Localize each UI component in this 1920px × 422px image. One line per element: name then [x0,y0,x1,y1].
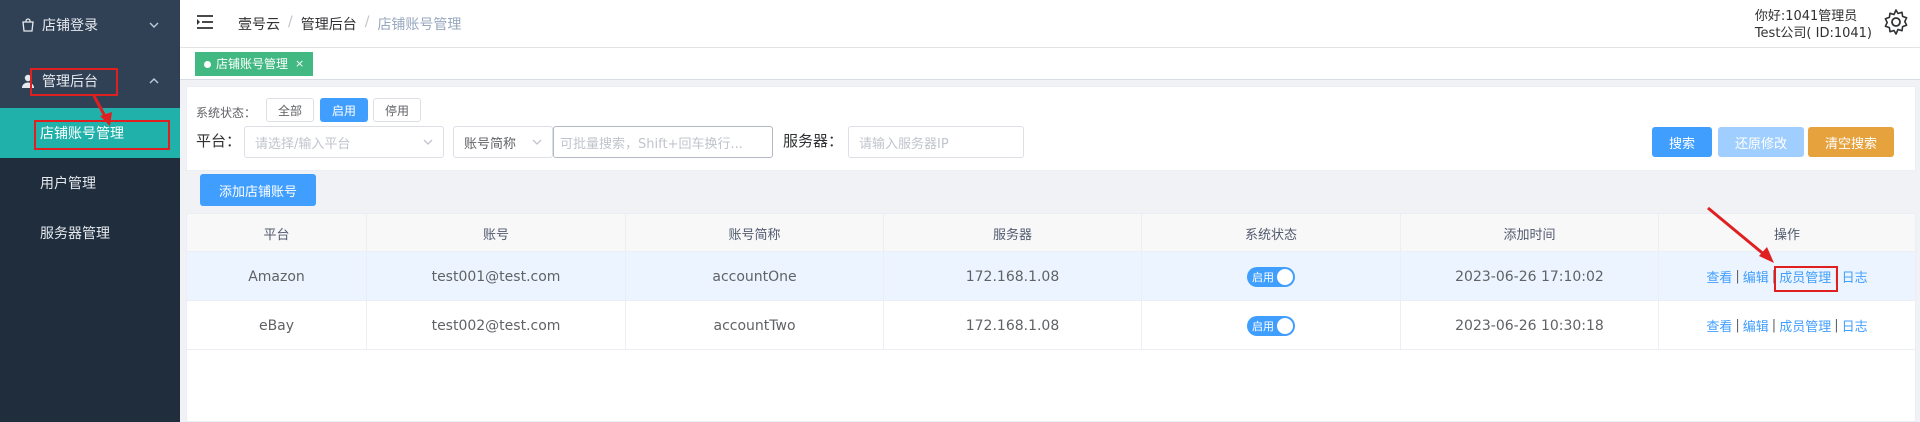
platform-label: 平台： [196,132,242,150]
edit-link[interactable]: 编辑 [1743,316,1769,335]
action-separator: | [1771,318,1777,333]
chevron-up-icon [149,78,159,84]
gear-icon[interactable] [1882,8,1910,36]
breadcrumb: 壹号云 / 管理后台 / 店铺账号管理 [238,14,461,34]
cell-server: 172.168.1.08 [884,252,1142,301]
user-info[interactable]: 你好:1041管理员 Test公司( ID:1041) [1755,8,1872,42]
close-icon[interactable]: × [295,52,304,76]
batch-search-placeholder: 可批量搜索，Shift+回车换行... [560,136,743,152]
server-ip-placeholder: 请输入服务器IP [859,136,949,152]
status-toggle[interactable]: 启用 [1247,266,1295,287]
status-enabled-button[interactable]: 启用 [320,98,368,122]
annotation-box-admin [30,68,118,96]
view-link[interactable]: 查看 [1706,267,1732,286]
cell-server: 172.168.1.08 [884,301,1142,350]
cell-platform: Amazon [187,252,367,301]
status-all-button[interactable]: 全部 [266,98,314,122]
toggle-label: 启用 [1252,270,1274,284]
cell-added: 2023-06-26 17:10:02 [1401,252,1659,301]
column-header: 添加时间 [1401,214,1659,252]
cell-account: test002@test.com [367,301,626,350]
cell-account: test001@test.com [367,252,626,301]
column-header: 系统状态 [1142,214,1401,252]
chevron-down-icon [149,22,159,28]
log-link[interactable]: 日志 [1842,316,1868,335]
platform-placeholder: 请选择/输入平台 [255,136,351,152]
batch-search-input[interactable]: 可批量搜索，Shift+回车换行... [553,126,773,158]
column-header: 账号 [367,214,626,252]
action-separator: | [1735,318,1740,333]
status-disabled-button[interactable]: 停用 [373,98,421,122]
tags-view-bar: 店铺账号管理 × [180,48,1920,80]
platform-select[interactable]: 请选择/输入平台 [244,126,444,158]
cell-status: 启用 [1142,252,1401,301]
cell-platform: eBay [187,301,367,350]
breadcrumb-separator: / [288,14,293,30]
cell-added: 2023-06-26 10:30:18 [1401,301,1659,350]
column-header: 服务器 [884,214,1142,252]
add-shop-account-button[interactable]: 添加店铺账号 [200,174,316,206]
sidebar-item-users[interactable]: 用户管理 [0,158,180,208]
status-filter-label: 系统状态： [196,106,257,120]
chevron-down-icon [423,139,433,145]
restore-changes-button[interactable]: 还原修改 [1718,127,1804,157]
sidebar-filler [0,258,180,422]
log-link[interactable]: 日志 [1842,267,1868,286]
table-header: 平台 账号 账号简称 服务器 系统状态 添加时间 操作 [187,214,1915,252]
shopping-bag-icon [22,18,34,32]
accounts-table: 平台 账号 账号简称 服务器 系统状态 添加时间 操作 Amazon test0… [186,213,1916,422]
table-row[interactable]: Amazon test001@test.com accountOne 172.1… [187,252,1915,301]
tag-shop-accounts[interactable]: 店铺账号管理 × [195,52,314,76]
tag-label: 店铺账号管理 [216,57,289,71]
cell-ops: 查看 | 编辑 | 成员管理 | 日志 [1659,301,1915,350]
hamburger-icon[interactable] [196,14,214,30]
active-dot-icon [204,60,211,68]
search-field-value: 账号简称 [464,136,517,152]
action-separator: | [1834,318,1839,333]
toggle-label: 启用 [1252,319,1274,333]
member-manage-link[interactable]: 成员管理 [1779,316,1831,335]
menu-label: 店铺登录 [42,18,98,34]
sidebar: 店铺登录 管理后台 店铺账号管理 用户管理 服务器管理 [0,0,180,422]
row-actions: 查看 | 编辑 | 成员管理 | 日志 [1706,316,1867,335]
server-ip-input[interactable]: 请输入服务器IP [848,126,1024,158]
breadcrumb-item[interactable]: 壹号云 [238,14,280,34]
toggle-knob [1277,268,1293,285]
breadcrumb-current: 店铺账号管理 [377,17,462,33]
header: 壹号云 / 管理后台 / 店铺账号管理 你好:1041管理员 Test公司( I… [180,0,1920,48]
annotation-box-shop-accounts [34,120,170,150]
user-greeting: 你好:1041管理员 [1754,9,1858,24]
chevron-down-icon [532,139,542,145]
table-row[interactable]: eBay test002@test.com accountTwo 172.168… [187,301,1915,350]
column-header: 账号简称 [626,214,884,252]
annotation-box-member-manage [1774,266,1838,292]
clear-search-button[interactable]: 清空搜索 [1808,127,1894,157]
sidebar-item-servers[interactable]: 服务器管理 [0,208,180,258]
status-toggle[interactable]: 启用 [1247,315,1295,336]
cell-alias: accountTwo [626,301,884,350]
toggle-knob [1277,317,1293,334]
search-field-select[interactable]: 账号简称 [453,126,553,158]
cell-status: 启用 [1142,301,1401,350]
breadcrumb-separator: / [364,14,370,30]
cell-alias: accountOne [626,252,884,301]
user-company: Test公司( ID:1041) [1754,26,1872,41]
server-label: 服务器： [783,132,844,150]
edit-link[interactable]: 编辑 [1743,267,1769,286]
breadcrumb-item[interactable]: 管理后台 [301,14,357,34]
action-separator: | [1735,269,1740,284]
menu-shop-login[interactable]: 店铺登录 [0,0,180,50]
view-link[interactable]: 查看 [1706,316,1732,335]
search-button[interactable]: 搜索 [1652,127,1712,157]
column-header: 操作 [1773,227,1800,243]
column-header: 平台 [187,214,367,252]
